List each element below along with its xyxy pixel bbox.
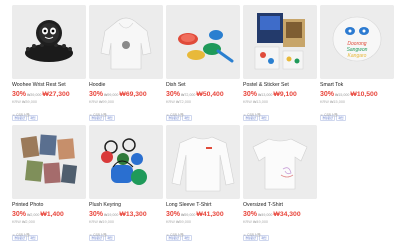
discount-percent: 30% <box>12 91 27 98</box>
original-price: ₩13,000 <box>258 93 273 97</box>
product-meta: ☺ CSR 신품 <box>166 233 184 237</box>
price-line: 30%₩49,000₩34,300 <box>243 211 301 219</box>
product-meta: ☺ CSR 신품 <box>166 113 184 117</box>
keyring-icon <box>89 125 163 199</box>
tag-list: 결정문판 재입 <box>89 106 116 121</box>
product-name: Printed Photo <box>12 202 44 208</box>
sale-price: ₩69,300 <box>119 91 147 98</box>
original-price: ₩72,000 <box>181 93 196 97</box>
krw-price: KRW ₩19,000 <box>89 220 115 224</box>
tag-list: 결정문판 재입 <box>12 226 39 241</box>
price-line: 30%₩2,000₩1,400 <box>12 211 64 219</box>
original-price: ₩99,000 <box>104 93 119 97</box>
postcard-icon <box>243 5 317 79</box>
krw-price: KRW ₩39,000 <box>12 100 38 104</box>
sale-price: ₩34,300 <box>273 211 301 218</box>
product-image-long-sleeve[interactable] <box>166 125 240 199</box>
original-price: ₩39,000 <box>27 93 42 97</box>
product-name: Long Sleeve T-Shirt <box>166 202 212 208</box>
product-meta: ☺ CSR 신품 <box>12 233 30 237</box>
original-price: ₩49,000 <box>258 213 273 217</box>
price-line: 30%₩15,000₩10,500 <box>320 91 378 99</box>
tag-list: 결정문판 재입 <box>166 106 193 121</box>
product-name: Postel & Sticker Set <box>243 82 289 88</box>
discount-percent: 30% <box>166 91 181 98</box>
sale-price: ₩50,400 <box>196 91 224 98</box>
sale-price: ₩27,300 <box>42 91 70 98</box>
sale-price: ₩13,300 <box>119 211 147 218</box>
discount-percent: 30% <box>243 211 258 218</box>
product-image-oversized-tshirt[interactable] <box>243 125 317 199</box>
product-name: Dish Set <box>166 82 186 88</box>
product-image-dish-set[interactable] <box>166 5 240 79</box>
krw-price: KRW ₩72,000 <box>166 100 192 104</box>
price-line: 30%₩39,000₩27,300 <box>12 91 70 99</box>
original-price: ₩15,000 <box>335 93 350 97</box>
krw-price: KRW ₩49,000 <box>243 220 269 224</box>
tag-list: 결정문판 재입 <box>243 106 270 121</box>
price-line: 30%₩72,000₩50,400 <box>166 91 224 99</box>
product-meta: ☺ CSR 신품 <box>89 233 107 237</box>
tag-list: 결정문판 재입 <box>243 226 270 241</box>
product-name: Hoodie <box>89 82 106 88</box>
krw-price: KRW ₩2,000 <box>12 220 35 224</box>
product-meta: ☺ CSR 신품 <box>89 113 107 117</box>
oversized-shirt-icon <box>243 125 317 199</box>
dish-set-icon <box>166 5 240 79</box>
discount-percent: 30% <box>12 211 27 218</box>
sale-price: ₩1,400 <box>40 211 64 218</box>
price-line: 30%₩19,000₩13,300 <box>89 211 147 219</box>
discount-percent: 30% <box>89 91 104 98</box>
product-image-hoodie[interactable] <box>89 5 163 79</box>
discount-percent: 30% <box>166 211 181 218</box>
alien-pad-icon <box>12 5 86 79</box>
discount-percent: 30% <box>243 91 258 98</box>
product-image-postel-sticker[interactable] <box>243 5 317 79</box>
tag-list: 결정문판 재입 <box>89 226 116 241</box>
product-meta: ☺ CSR 신품 <box>243 233 261 237</box>
original-price: ₩19,000 <box>104 213 119 217</box>
photo-cards-icon <box>12 125 86 199</box>
product-image-printed-photo[interactable] <box>12 125 86 199</box>
original-price: ₩59,000 <box>181 213 196 217</box>
tag-list: 결정문판 재입 <box>12 106 39 121</box>
krw-price: KRW ₩13,000 <box>243 100 269 104</box>
price-line: 30%₩13,000₩9,100 <box>243 91 297 99</box>
tag-list: 결정문판 재입 <box>320 106 347 121</box>
price-line: 30%₩59,000₩41,300 <box>166 211 224 219</box>
discount-percent: 30% <box>320 91 335 98</box>
smart-tok-icon: Doorong Sangwon Kangaro <box>320 5 394 79</box>
product-name: Woohee Wrist Rest Set <box>12 82 66 88</box>
product-image-smart-tok[interactable]: Doorong Sangwon Kangaro <box>320 5 394 79</box>
product-meta: ☺ CSR 신품 <box>243 113 261 117</box>
product-name: Oversized T-Shirt <box>243 202 283 208</box>
product-image-plush-keyring[interactable] <box>89 125 163 199</box>
long-sleeve-shirt-icon <box>166 125 240 199</box>
krw-price: KRW ₩59,000 <box>166 220 192 224</box>
art-text: Kangaro <box>348 53 367 59</box>
sale-price: ₩41,300 <box>196 211 224 218</box>
krw-price: KRW ₩15,000 <box>320 100 346 104</box>
product-name: Plush Keyring <box>89 202 122 208</box>
hoodie-icon <box>89 5 163 79</box>
price-line: 30%₩99,000₩69,300 <box>89 91 147 99</box>
product-meta: ☺ CSR 신품 <box>320 113 338 117</box>
product-meta: ☺ CSR 신품 <box>12 113 30 117</box>
product-image-wrist-rest[interactable] <box>12 5 86 79</box>
krw-price: KRW ₩99,000 <box>89 100 115 104</box>
discount-percent: 30% <box>89 211 104 218</box>
product-name: Smart Tok <box>320 82 344 88</box>
sale-price: ₩9,100 <box>273 91 297 98</box>
sale-price: ₩10,500 <box>350 91 378 98</box>
tag-list: 결정문판 재입 <box>166 226 193 241</box>
original-price: ₩2,000 <box>27 213 40 217</box>
